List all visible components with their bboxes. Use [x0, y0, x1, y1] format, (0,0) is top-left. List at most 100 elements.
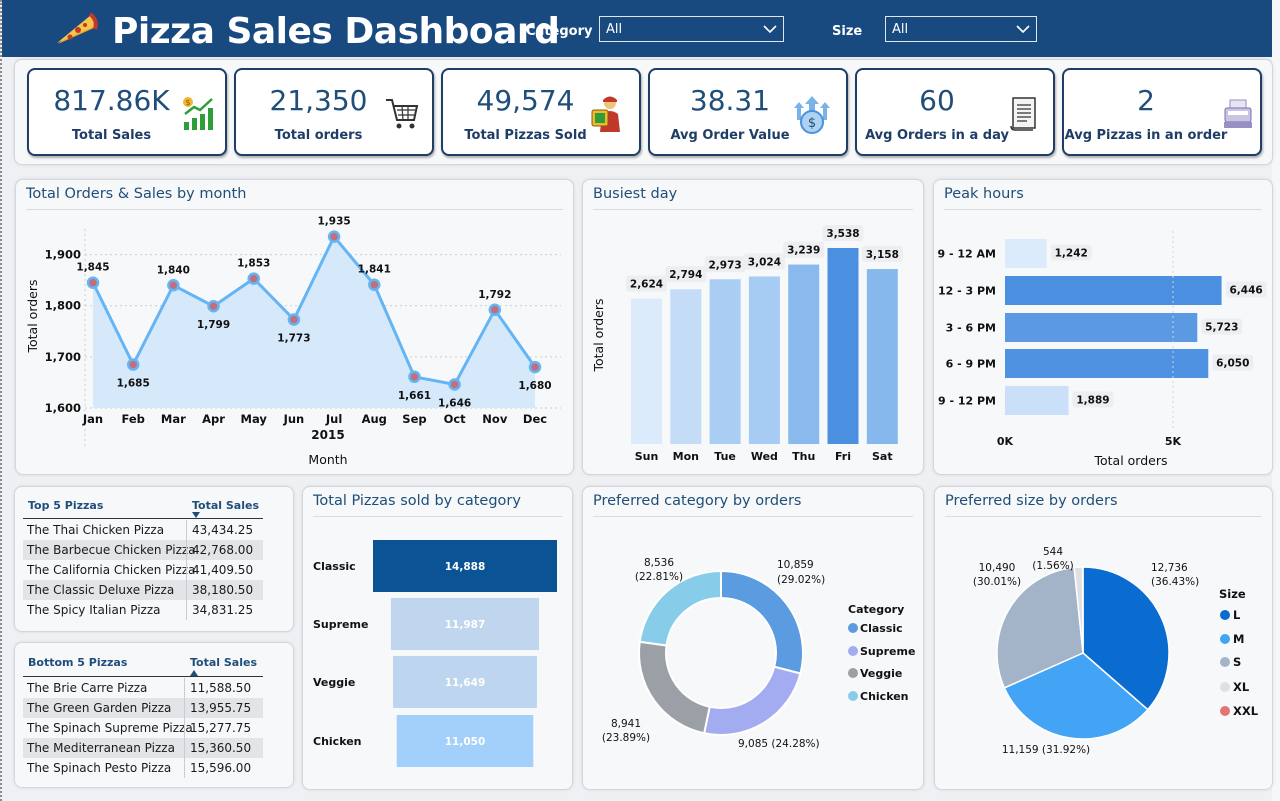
total-sales-value: 42,768.00: [192, 543, 254, 557]
x-tick-label: Thu: [792, 450, 815, 463]
kpi-card-total-pizzas-sold: 49,574 Total Pizzas Sold: [441, 68, 641, 156]
kpi-label: Total orders: [274, 128, 363, 143]
table-row[interactable]: The Spinach Supreme Pizza 15,277.75: [23, 718, 263, 738]
monthly-orders-chart: 1,600 1,700 1,800 1,9001,845 Jan 1,685 Feb 1,84…: [25, 216, 561, 467]
pizza-name: The Spinach Supreme Pizza: [27, 721, 193, 735]
x-tick-label: Tue: [714, 450, 736, 463]
x-tick-label: Mar: [161, 412, 186, 426]
cell-divider: [184, 698, 185, 718]
kpi-value: 2: [1137, 84, 1155, 117]
data-label: 1,792: [478, 289, 511, 301]
svg-text:$: $: [185, 98, 190, 107]
bar: [748, 276, 780, 444]
table-row[interactable]: The Mediterranean Pizza 15,360.50: [23, 738, 263, 758]
peak-hours-chart: 9 - 12 AM 1,242 12 - 3 PM 6,446 3 - 6 PM 5,72…: [938, 231, 1267, 468]
pizza-name: The Brie Carre Pizza: [27, 681, 148, 695]
bottom5-col-name-header[interactable]: Bottom 5 Pizzas: [28, 656, 127, 669]
pizza-name: The Barbecue Chicken Pizza: [27, 543, 196, 557]
total-sales-value: 15,360.50: [190, 741, 252, 755]
donut-value-label: 8,536: [644, 557, 674, 569]
top5-col-name-header[interactable]: Top 5 Pizzas: [28, 499, 103, 512]
cell-divider: [186, 560, 187, 580]
cell-divider: [184, 678, 185, 698]
x-tick-label: Sep: [402, 412, 426, 426]
category-funnel-chart: 14,888 Classic 11,987 Supreme 11,649 Veggie 11…: [313, 540, 557, 767]
category-filter-label: Category: [526, 24, 593, 39]
y-axis-title: Total orders: [25, 279, 40, 353]
kpi-label: Avg Order Value: [670, 128, 790, 143]
bar-value-label: 3,158: [866, 249, 899, 261]
y-tick-label: 1,700: [45, 350, 81, 364]
x-tick-label: Nov: [482, 412, 508, 426]
pie-value-label: 544: [1043, 546, 1063, 558]
bar-value-label: 2,973: [708, 259, 741, 271]
kpi-label: Total Pizzas Sold: [464, 128, 587, 143]
pizza-name: The Classic Deluxe Pizza: [27, 583, 175, 597]
table-row[interactable]: The Spinach Pesto Pizza 15,596.00: [23, 758, 263, 778]
data-point: [528, 360, 542, 374]
donut-slice: [702, 665, 802, 736]
data-label: 1,935: [317, 216, 350, 228]
kpi-card-total-orders: 21,350 Total orders: [234, 68, 434, 156]
bar-value-label: 2,794: [669, 269, 702, 281]
size-dropdown[interactable]: All: [885, 16, 1037, 42]
legend-marker: [1220, 634, 1230, 644]
total-sales-value: 15,596.00: [190, 761, 252, 775]
data-point: [126, 358, 140, 371]
pie-value-label: 12,736: [1151, 562, 1188, 574]
category-dropdown[interactable]: All: [599, 16, 784, 42]
svg-text:$: $: [808, 116, 816, 131]
legend-title: Category: [848, 603, 904, 616]
kpi-value: 38.31: [689, 84, 771, 117]
table-row[interactable]: The Classic Deluxe Pizza 38,180.50: [23, 580, 263, 600]
kpi-card-total-sales: 817.86K Total Sales $: [27, 68, 227, 156]
dashboard-header: Pizza Sales Dashboard Category All Size …: [2, 0, 1280, 57]
bar: [866, 269, 898, 444]
table-row[interactable]: The Spicy Italian Pizza 34,831.25: [23, 600, 263, 620]
category-dropdown-value: All: [606, 22, 623, 37]
table-row[interactable]: The Green Garden Pizza 13,955.75: [23, 698, 263, 718]
x-axis-title: Total orders: [1093, 453, 1167, 468]
x-tick-label: Fri: [835, 450, 851, 463]
x-axis-sublabel: 2015: [311, 428, 344, 442]
bottom5-col-sales-header[interactable]: Total Sales: [190, 656, 257, 669]
top5-col-sales-header[interactable]: Total Sales: [192, 499, 259, 512]
funnel-category-label: Supreme: [313, 618, 368, 631]
pizza-name: The Green Garden Pizza: [27, 701, 172, 715]
table-row[interactable]: The Brie Carre Pizza 11,588.50: [23, 678, 263, 698]
donut-value-label: 9,085 (24.28%): [738, 738, 820, 750]
cell-divider: [184, 738, 185, 758]
funnel-value-label: 11,987: [445, 619, 486, 631]
cell-divider: [186, 580, 187, 600]
category-funnel-panel: Total Pizzas sold by category 14,888 Clas…: [302, 486, 573, 790]
pizza-name: The Thai Chicken Pizza: [27, 523, 165, 537]
table-row[interactable]: The Thai Chicken Pizza 43,434.25: [23, 520, 263, 540]
legend-marker: [848, 623, 858, 633]
funnel-category-label: Classic: [313, 560, 356, 573]
cell-divider: [184, 758, 185, 778]
bar: [1005, 276, 1222, 305]
x-tick-label: 0K: [997, 435, 1014, 448]
x-axis-title: Month: [308, 452, 347, 467]
pizza-slice-icon: [57, 12, 98, 44]
x-tick-label: Dec: [523, 412, 547, 426]
pie-value-label: 11,159 (31.92%): [1002, 744, 1090, 756]
chevron-down-icon: [763, 25, 777, 34]
kpi-label: Avg Pizzas in an order: [1064, 128, 1228, 143]
donut-percent-label: (22.81%): [635, 571, 683, 583]
x-tick-label: Jun: [283, 412, 305, 426]
bottom5-panel: Bottom 5 Pizzas Total Sales The Brie Car…: [14, 642, 294, 788]
x-tick-label: Aug: [362, 412, 387, 426]
total-sales-value: 41,409.50: [192, 563, 254, 577]
table-row[interactable]: The Barbecue Chicken Pizza 42,768.00: [23, 540, 263, 560]
legend-title: Size: [1219, 587, 1246, 601]
divider: [23, 676, 263, 677]
cell-divider: [186, 540, 187, 560]
bar: [1005, 349, 1209, 378]
table-row[interactable]: The California Chicken Pizza 41,409.50: [23, 560, 263, 580]
donut-percent-label: (23.89%): [602, 732, 650, 744]
data-label: 1,680: [518, 380, 551, 392]
data-point: [408, 370, 421, 384]
total-sales-value: 43,434.25: [192, 523, 254, 537]
bar: [1005, 313, 1198, 342]
